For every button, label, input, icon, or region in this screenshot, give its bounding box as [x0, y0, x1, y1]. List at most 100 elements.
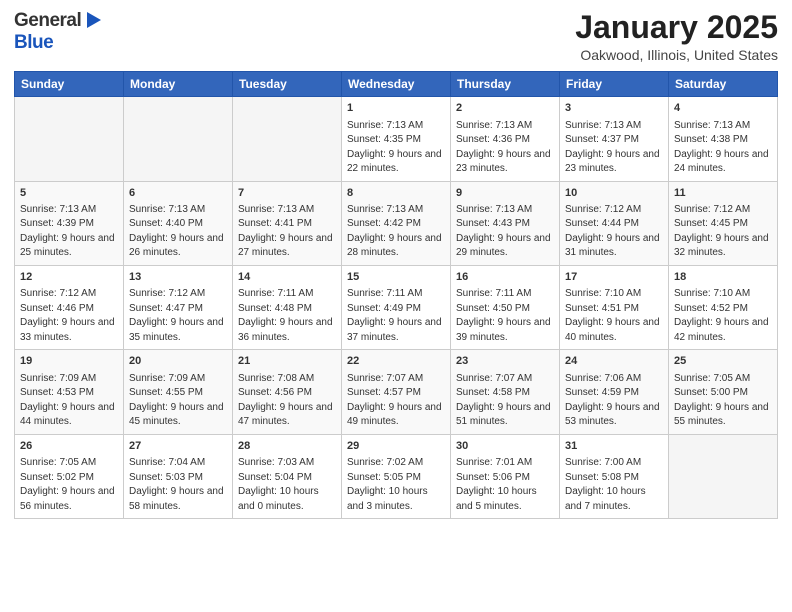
header: General Blue January 2025 Oakwood, Illin… — [14, 10, 778, 63]
calendar-cell: 14 Sunrise: 7:11 AMSunset: 4:48 PMDayligh… — [233, 265, 342, 349]
day-info: Sunrise: 7:13 AMSunset: 4:35 PMDaylight:… — [347, 119, 445, 177]
calendar-cell: 19 Sunrise: 7:09 AMSunset: 4:53 PMDayligh… — [15, 350, 124, 434]
day-number: 25 — [674, 354, 772, 369]
calendar-cell: 5 Sunrise: 7:13 AMSunset: 4:39 PMDaylight… — [15, 181, 124, 265]
calendar-cell: 4 Sunrise: 7:13 AMSunset: 4:38 PMDaylight… — [669, 97, 778, 181]
calendar-cell — [669, 434, 778, 518]
calendar-cell: 30 Sunrise: 7:01 AMSunset: 5:06 PMDayligh… — [451, 434, 560, 518]
day-info: Sunrise: 7:13 AMSunset: 4:41 PMDaylight:… — [238, 203, 336, 261]
calendar-cell: 6Sunrise: 7:13 AMSunset: 4:40 PMDaylight… — [124, 181, 233, 265]
calendar-body: 1 Sunrise: 7:13 AMSunset: 4:35 PMDaylight… — [15, 97, 778, 519]
day-info: Sunrise: 7:00 AMSunset: 5:08 PMDaylight:… — [565, 456, 663, 514]
day-number: 20 — [129, 354, 227, 369]
day-number: 12 — [20, 270, 118, 285]
day-number: 29 — [347, 439, 445, 454]
calendar-cell: 24Sunrise: 7:06 AMSunset: 4:59 PMDayligh… — [560, 350, 669, 434]
day-info: Sunrise: 7:12 AMSunset: 4:45 PMDaylight:… — [674, 203, 772, 261]
day-info: Sunrise: 7:04 AMSunset: 5:03 PMDaylight:… — [129, 456, 227, 514]
calendar-header: SundayMondayTuesdayWednesdayThursdayFrid… — [15, 72, 778, 97]
calendar-cell: 20Sunrise: 7:09 AMSunset: 4:55 PMDayligh… — [124, 350, 233, 434]
day-number: 17 — [565, 270, 663, 285]
day-info: Sunrise: 7:01 AMSunset: 5:06 PMDaylight:… — [456, 456, 554, 514]
header-cell-wednesday: Wednesday — [342, 72, 451, 97]
week-row: 12Sunrise: 7:12 AMSunset: 4:46 PMDayligh… — [15, 265, 778, 349]
week-row: 19 Sunrise: 7:09 AMSunset: 4:53 PMDayligh… — [15, 350, 778, 434]
calendar-cell: 1 Sunrise: 7:13 AMSunset: 4:35 PMDaylight… — [342, 97, 451, 181]
day-number: 14 — [238, 270, 336, 285]
day-number: 5 — [20, 186, 118, 201]
day-info: Sunrise: 7:10 AMSunset: 4:52 PMDaylight:… — [674, 287, 772, 345]
day-number: 2 — [456, 101, 554, 116]
day-number: 23 — [456, 354, 554, 369]
day-number: 26 — [20, 439, 118, 454]
calendar-cell: 23 Sunrise: 7:07 AMSunset: 4:58 PMDayligh… — [451, 350, 560, 434]
day-info: Sunrise: 7:11 AMSunset: 4:49 PMDaylight:… — [347, 287, 445, 345]
day-info: Sunrise: 7:07 AMSunset: 4:57 PMDaylight:… — [347, 372, 445, 430]
calendar-cell: 18 Sunrise: 7:10 AMSunset: 4:52 PMDayligh… — [669, 265, 778, 349]
header-row: SundayMondayTuesdayWednesdayThursdayFrid… — [15, 72, 778, 97]
day-number: 22 — [347, 354, 445, 369]
header-cell-friday: Friday — [560, 72, 669, 97]
day-number: 16 — [456, 270, 554, 285]
day-info: Sunrise: 7:05 AMSunset: 5:00 PMDaylight:… — [674, 372, 772, 430]
day-number: 1 — [347, 101, 445, 116]
header-cell-saturday: Saturday — [669, 72, 778, 97]
day-info: Sunrise: 7:13 AMSunset: 4:39 PMDaylight:… — [20, 203, 118, 261]
day-info: Sunrise: 7:08 AMSunset: 4:56 PMDaylight:… — [238, 372, 336, 430]
day-number: 31 — [565, 439, 663, 454]
day-number: 28 — [238, 439, 336, 454]
calendar-cell: 16 Sunrise: 7:11 AMSunset: 4:50 PMDayligh… — [451, 265, 560, 349]
day-info: Sunrise: 7:10 AMSunset: 4:51 PMDaylight:… — [565, 287, 663, 345]
day-number: 4 — [674, 101, 772, 116]
calendar-cell: 26 Sunrise: 7:05 AMSunset: 5:02 PMDayligh… — [15, 434, 124, 518]
calendar-cell: 25 Sunrise: 7:05 AMSunset: 5:00 PMDayligh… — [669, 350, 778, 434]
page: General Blue January 2025 Oakwood, Illin… — [0, 0, 792, 612]
calendar-cell: 13Sunrise: 7:12 AMSunset: 4:47 PMDayligh… — [124, 265, 233, 349]
calendar-subtitle: Oakwood, Illinois, United States — [575, 47, 778, 63]
day-info: Sunrise: 7:11 AMSunset: 4:48 PMDaylight:… — [238, 287, 336, 345]
day-info: Sunrise: 7:13 AMSunset: 4:38 PMDaylight:… — [674, 119, 772, 177]
calendar-cell: 8Sunrise: 7:13 AMSunset: 4:42 PMDaylight… — [342, 181, 451, 265]
header-cell-monday: Monday — [124, 72, 233, 97]
calendar-cell: 17 Sunrise: 7:10 AMSunset: 4:51 PMDayligh… — [560, 265, 669, 349]
day-info: Sunrise: 7:05 AMSunset: 5:02 PMDaylight:… — [20, 456, 118, 514]
calendar-cell: 11 Sunrise: 7:12 AMSunset: 4:45 PMDayligh… — [669, 181, 778, 265]
calendar-cell: 15Sunrise: 7:11 AMSunset: 4:49 PMDayligh… — [342, 265, 451, 349]
day-number: 11 — [674, 186, 772, 201]
logo-general: General — [14, 10, 81, 32]
week-row: 1 Sunrise: 7:13 AMSunset: 4:35 PMDaylight… — [15, 97, 778, 181]
day-info: Sunrise: 7:07 AMSunset: 4:58 PMDaylight:… — [456, 372, 554, 430]
calendar-cell: 31 Sunrise: 7:00 AMSunset: 5:08 PMDayligh… — [560, 434, 669, 518]
calendar-cell: 28Sunrise: 7:03 AMSunset: 5:04 PMDayligh… — [233, 434, 342, 518]
day-number: 21 — [238, 354, 336, 369]
logo-blue: Blue — [14, 32, 53, 54]
day-number: 27 — [129, 439, 227, 454]
calendar-cell: 27 Sunrise: 7:04 AMSunset: 5:03 PMDayligh… — [124, 434, 233, 518]
day-info: Sunrise: 7:13 AMSunset: 4:40 PMDaylight:… — [129, 203, 227, 261]
logo-icon — [83, 10, 105, 32]
day-info: Sunrise: 7:12 AMSunset: 4:47 PMDaylight:… — [129, 287, 227, 345]
day-info: Sunrise: 7:11 AMSunset: 4:50 PMDaylight:… — [456, 287, 554, 345]
day-number: 18 — [674, 270, 772, 285]
day-number: 19 — [20, 354, 118, 369]
week-row: 26 Sunrise: 7:05 AMSunset: 5:02 PMDayligh… — [15, 434, 778, 518]
calendar-cell: 7Sunrise: 7:13 AMSunset: 4:41 PMDaylight… — [233, 181, 342, 265]
calendar-cell: 9 Sunrise: 7:13 AMSunset: 4:43 PMDaylight… — [451, 181, 560, 265]
calendar-cell: 3Sunrise: 7:13 AMSunset: 4:37 PMDaylight… — [560, 97, 669, 181]
header-cell-tuesday: Tuesday — [233, 72, 342, 97]
calendar-cell — [233, 97, 342, 181]
logo: General Blue — [14, 10, 105, 54]
calendar-cell: 21 Sunrise: 7:08 AMSunset: 4:56 PMDayligh… — [233, 350, 342, 434]
calendar-cell: 10Sunrise: 7:12 AMSunset: 4:44 PMDayligh… — [560, 181, 669, 265]
day-number: 3 — [565, 101, 663, 116]
calendar-cell — [124, 97, 233, 181]
day-number: 30 — [456, 439, 554, 454]
day-info: Sunrise: 7:09 AMSunset: 4:53 PMDaylight:… — [20, 372, 118, 430]
day-info: Sunrise: 7:13 AMSunset: 4:43 PMDaylight:… — [456, 203, 554, 261]
day-info: Sunrise: 7:13 AMSunset: 4:42 PMDaylight:… — [347, 203, 445, 261]
calendar-table: SundayMondayTuesdayWednesdayThursdayFrid… — [14, 71, 778, 519]
calendar-cell: 12Sunrise: 7:12 AMSunset: 4:46 PMDayligh… — [15, 265, 124, 349]
calendar-cell: 29 Sunrise: 7:02 AMSunset: 5:05 PMDayligh… — [342, 434, 451, 518]
day-info: Sunrise: 7:02 AMSunset: 5:05 PMDaylight:… — [347, 456, 445, 514]
day-number: 9 — [456, 186, 554, 201]
